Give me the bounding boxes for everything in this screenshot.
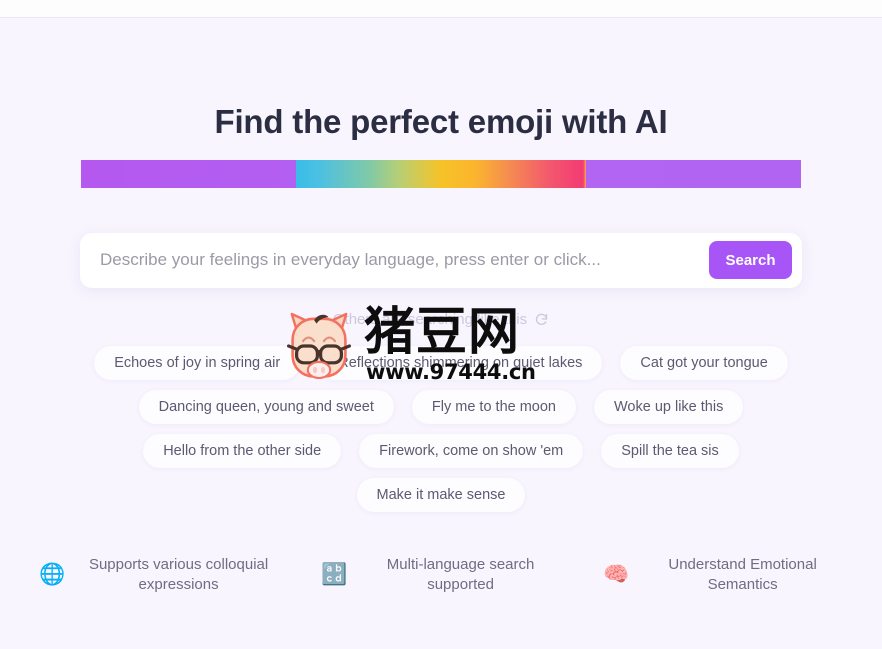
search-input[interactable] — [100, 240, 709, 281]
page-root: Find the perfect emoji with AI Search Ot… — [0, 18, 882, 649]
suggestion-chip[interactable]: Hello from the other side — [143, 433, 342, 468]
search-button[interactable]: Search — [709, 241, 792, 280]
feature-label: Supports various colloquial expressions — [88, 555, 269, 593]
chip-row: Echoes of joy in spring air Reflections … — [94, 345, 788, 380]
suggestion-chip[interactable]: Fly me to the moon — [411, 389, 576, 424]
suggestion-chip[interactable]: Dancing queen, young and sweet — [138, 389, 394, 424]
chip-row: Hello from the other side Firework, come… — [143, 433, 739, 468]
feature-item-emotional-semantics: 🧠 Understand Emotional Semantics — [603, 555, 843, 596]
gradient-accent-bar — [81, 159, 801, 188]
feature-label: Multi-language search supported — [386, 555, 535, 593]
suggestion-chip-list: Echoes of joy in spring air Reflections … — [0, 345, 882, 512]
suggestion-chip[interactable]: Reflections shimmering on quiet lakes — [318, 345, 603, 380]
brain-icon: 🧠 — [603, 563, 630, 587]
chip-row: Dancing queen, young and sweet Fly me to… — [138, 389, 744, 424]
suggestion-chip[interactable]: Make it make sense — [356, 477, 526, 512]
search-bar[interactable]: Search — [80, 232, 802, 288]
feature-item-colloquial: 🌐 Supports various colloquial expression… — [39, 555, 279, 596]
suggestions-caption: Others are searching like this — [0, 310, 882, 330]
suggestion-chip[interactable]: Echoes of joy in spring air — [94, 345, 301, 380]
suggestion-chip[interactable]: Spill the tea sis — [601, 433, 739, 468]
globe-icon: 🌐 — [39, 563, 66, 587]
page-title: Find the perfect emoji with AI — [214, 103, 668, 140]
gradient-bar-rainbow — [296, 159, 586, 188]
abc-input-icon: 🔡 — [321, 563, 348, 587]
chip-row: Make it make sense — [356, 477, 526, 512]
suggestions-caption-text: Others are searching like this — [332, 311, 528, 329]
browser-top-strip — [0, 0, 882, 18]
feature-list: 🌐 Supports various colloquial expression… — [0, 555, 882, 596]
suggestion-chip[interactable]: Cat got your tongue — [620, 345, 788, 380]
suggestion-chip[interactable]: Woke up like this — [594, 389, 744, 424]
feature-label: Understand Emotional Semantics — [668, 555, 817, 593]
suggestion-chip[interactable]: Firework, come on show 'em — [359, 433, 584, 468]
refresh-icon[interactable] — [534, 312, 549, 327]
feature-item-multilanguage: 🔡 Multi-language search supported — [321, 555, 561, 596]
